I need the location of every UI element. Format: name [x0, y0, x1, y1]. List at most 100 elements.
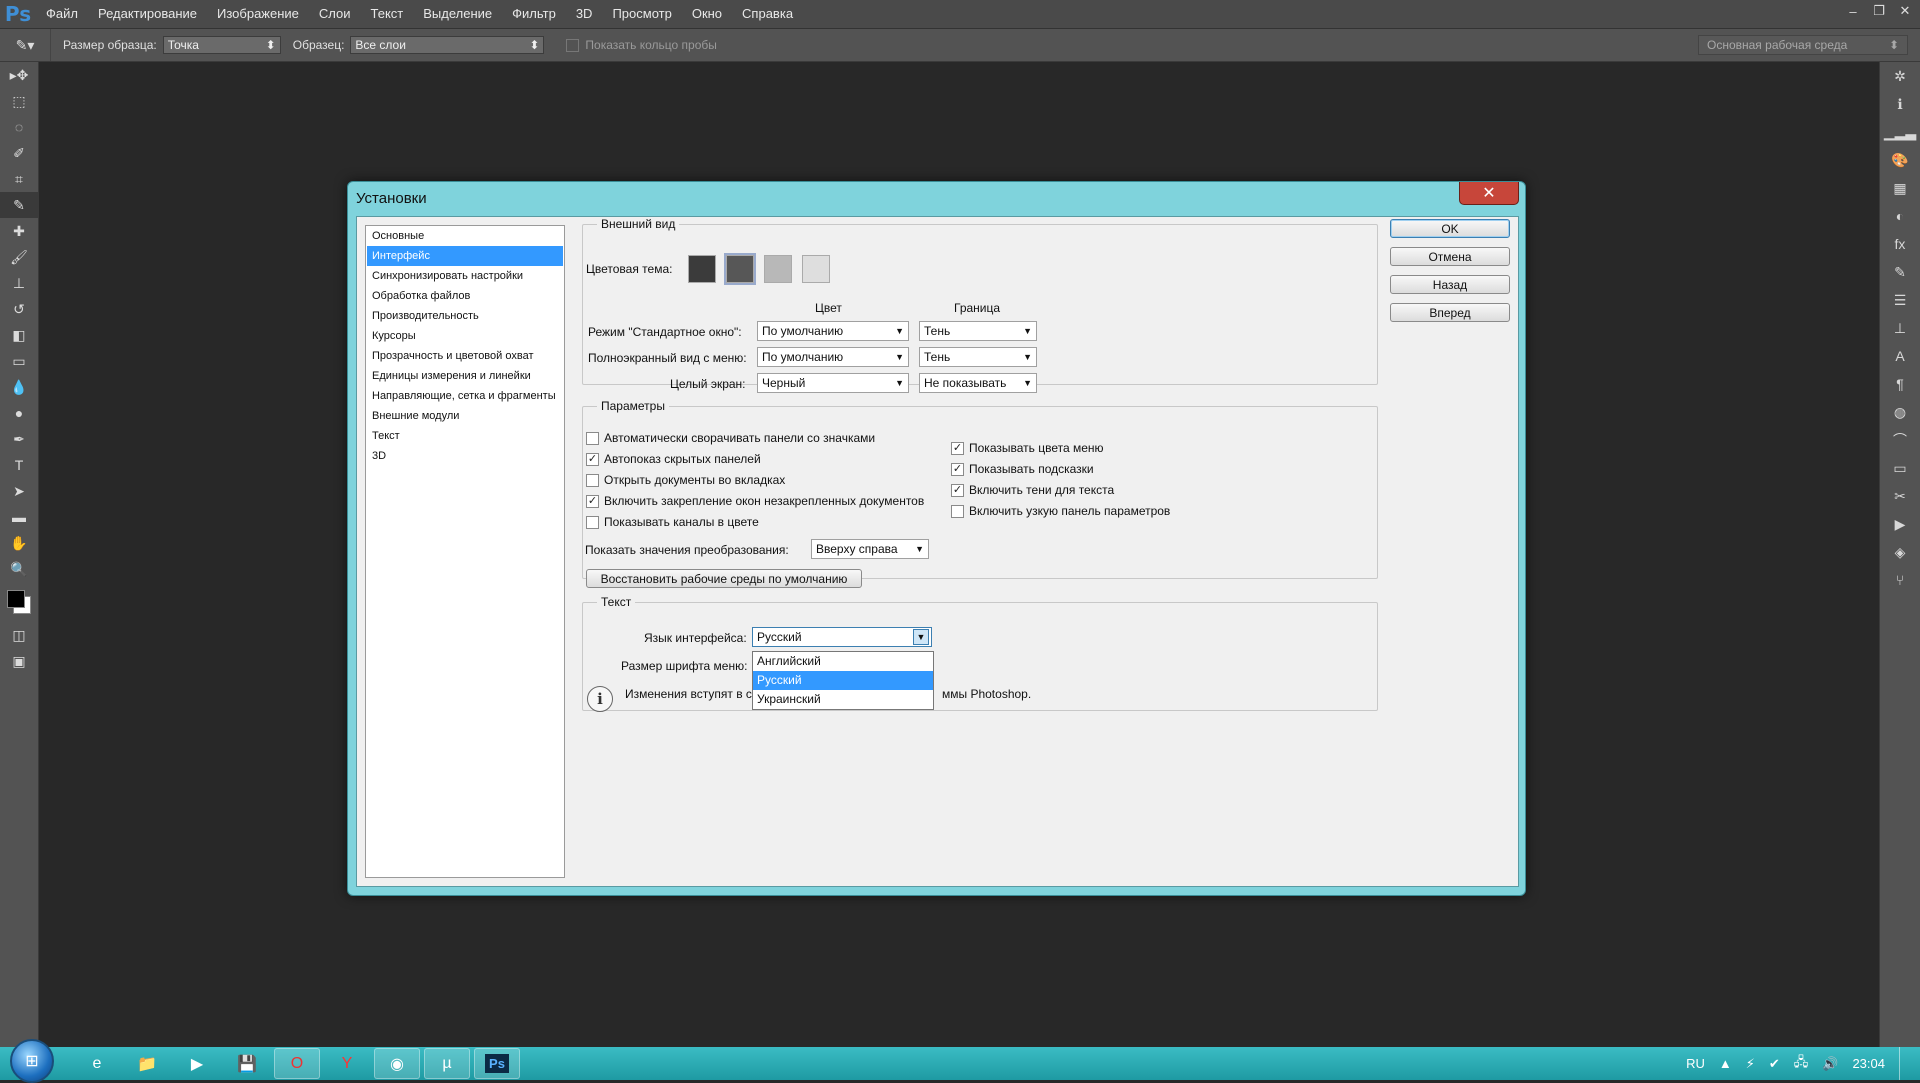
yandex-browser-icon[interactable]: Y — [324, 1048, 370, 1079]
start-button[interactable]: ⊞ — [10, 1038, 54, 1083]
workspace-switcher[interactable]: Основная рабочая среда ⬍ — [1698, 35, 1908, 55]
history-brush-tool-icon[interactable]: ↺ — [0, 296, 38, 322]
history-panel-icon[interactable]: ✲ — [1880, 62, 1920, 90]
menu-select[interactable]: Выделение — [413, 0, 502, 28]
nav-item[interactable]: Обработка файлов — [367, 286, 563, 306]
minimize-icon[interactable]: – — [1842, 2, 1864, 20]
forward-button[interactable]: Вперед — [1390, 303, 1510, 322]
standard-screen-border-select[interactable]: Тень ▼ — [919, 321, 1037, 341]
file-explorer-icon[interactable]: 📁 — [124, 1048, 170, 1079]
tools-presets-panel-icon[interactable]: ✂ — [1880, 482, 1920, 510]
clock[interactable]: 23:04 — [1852, 1056, 1885, 1071]
chevron-down-icon[interactable]: ▼ — [913, 629, 929, 645]
pen-tool-icon[interactable]: ✒ — [0, 426, 38, 452]
gradient-tool-icon[interactable]: ▭ — [0, 348, 38, 374]
lasso-tool-icon[interactable]: ◌ — [0, 114, 38, 140]
fullscreen-menu-border-select[interactable]: Тень ▼ — [919, 347, 1037, 367]
tray-app-icon[interactable]: ⚡ — [1746, 1056, 1755, 1072]
theme-swatch-3[interactable] — [764, 255, 792, 283]
histogram-panel-icon[interactable]: ▁▂▃ — [1880, 118, 1920, 146]
save-app-icon[interactable]: 💾 — [224, 1048, 270, 1079]
menu-file[interactable]: Файл — [36, 0, 88, 28]
adjustments-panel-icon[interactable]: ◐ — [1880, 202, 1920, 230]
nav-item[interactable]: Курсоры — [367, 326, 563, 346]
eyedropper-tool-icon[interactable]: ✎ — [0, 192, 38, 218]
ok-button[interactable]: OK — [1390, 219, 1510, 238]
show-desktop-button[interactable] — [1899, 1047, 1908, 1080]
type-tool-icon[interactable]: T — [0, 452, 38, 478]
utorrent-icon[interactable]: µ — [424, 1048, 470, 1079]
theme-swatch-2[interactable] — [724, 253, 756, 285]
checkbox[interactable] — [586, 474, 599, 487]
paragraph-panel-icon[interactable]: ¶ — [1880, 370, 1920, 398]
language-option-english[interactable]: Английский — [753, 652, 933, 671]
clone-source-panel-icon[interactable]: ⊥ — [1880, 314, 1920, 342]
channels-panel-icon[interactable]: ⑂ — [1880, 566, 1920, 594]
fullscreen-color-select[interactable]: Черный ▼ — [757, 373, 909, 393]
checkbox[interactable]: ✓ — [951, 484, 964, 497]
input-language-indicator[interactable]: RU — [1686, 1056, 1705, 1071]
brush-presets-panel-icon[interactable]: ✎ — [1880, 258, 1920, 286]
zoom-tool-icon[interactable]: 🔍 — [0, 556, 38, 582]
nav-item[interactable]: Основные — [367, 226, 563, 246]
checkbox[interactable] — [951, 505, 964, 518]
chrome-icon[interactable]: ◉ — [374, 1048, 420, 1079]
checkbox[interactable]: ✓ — [586, 495, 599, 508]
crop-tool-icon[interactable]: ⌗ — [0, 166, 38, 192]
menu-type[interactable]: Текст — [361, 0, 414, 28]
hand-tool-icon[interactable]: ✋ — [0, 530, 38, 556]
fullscreen-border-select[interactable]: Не показывать ▼ — [919, 373, 1037, 393]
show-hidden-icons-icon[interactable]: ▲ — [1719, 1056, 1732, 1071]
marquee-tool-icon[interactable]: ⬚ — [0, 88, 38, 114]
menu-view[interactable]: Просмотр — [602, 0, 681, 28]
actions-panel-icon[interactable]: ▶ — [1880, 510, 1920, 538]
3d-panel-icon[interactable]: ◍ — [1880, 398, 1920, 426]
nav-item[interactable]: Производительность — [367, 306, 563, 326]
healing-brush-tool-icon[interactable]: ✚ — [0, 218, 38, 244]
color-swatches-icon[interactable] — [0, 582, 38, 622]
nav-item[interactable]: Внешние модули — [367, 406, 563, 426]
ui-language-select[interactable]: Русский ▼ — [752, 627, 932, 647]
transform-values-select[interactable]: Вверху справа ▼ — [811, 539, 929, 559]
menu-window[interactable]: Окно — [682, 0, 732, 28]
language-option-ukrainian[interactable]: Украинский — [753, 690, 933, 709]
network-icon[interactable]: 🖧 — [1794, 1053, 1809, 1075]
checkbox[interactable]: ✓ — [951, 442, 964, 455]
antivirus-icon[interactable]: ✔ — [1769, 1056, 1780, 1072]
screen-mode-icon[interactable]: ▣ — [0, 648, 38, 674]
menu-edit[interactable]: Редактирование — [88, 0, 207, 28]
photoshop-taskbar-icon[interactable]: Ps — [474, 1048, 520, 1079]
opera-icon[interactable]: O — [274, 1048, 320, 1079]
dialog-close-button[interactable]: ✕ — [1459, 182, 1519, 205]
checkbox[interactable] — [586, 516, 599, 529]
fullscreen-menu-color-select[interactable]: По умолчанию ▼ — [757, 347, 909, 367]
shape-tool-icon[interactable]: ▬ — [0, 504, 38, 530]
layers-panel-icon[interactable]: ◈ — [1880, 538, 1920, 566]
menu-filter[interactable]: Фильтр — [502, 0, 566, 28]
checkbox[interactable]: ✓ — [586, 453, 599, 466]
media-player-icon[interactable]: ▶ — [174, 1048, 220, 1079]
path-select-tool-icon[interactable]: ➤ — [0, 478, 38, 504]
menu-image[interactable]: Изображение — [207, 0, 309, 28]
nav-item[interactable]: Текст — [367, 426, 563, 446]
dodge-tool-icon[interactable]: ● — [0, 400, 38, 426]
paths-panel-icon[interactable]: ⌒ — [1880, 426, 1920, 454]
restore-icon[interactable]: ❐ — [1868, 2, 1890, 20]
restore-workspaces-button[interactable]: Восстановить рабочие среды по умолчанию — [586, 569, 862, 588]
quick-mask-icon[interactable]: ◫ — [0, 622, 38, 648]
internet-explorer-icon[interactable]: e — [74, 1048, 120, 1079]
language-option-russian[interactable]: Русский — [753, 671, 933, 690]
nav-item[interactable]: Синхронизировать настройки — [367, 266, 563, 286]
nav-item[interactable]: Направляющие, сетка и фрагменты — [367, 386, 563, 406]
timeline-panel-icon[interactable]: ▭ — [1880, 454, 1920, 482]
volume-icon[interactable]: 🔊 — [1822, 1056, 1838, 1072]
color-panel-icon[interactable]: 🎨 — [1880, 146, 1920, 174]
theme-swatch-4[interactable] — [802, 255, 830, 283]
checkbox[interactable]: ✓ — [951, 463, 964, 476]
character-panel-icon[interactable]: A — [1880, 342, 1920, 370]
cancel-button[interactable]: Отмена — [1390, 247, 1510, 266]
sample-select[interactable]: Все слои ⬍ — [350, 36, 545, 54]
menu-help[interactable]: Справка — [732, 0, 803, 28]
brush-tool-icon[interactable]: 🖌 — [0, 244, 38, 270]
nav-item[interactable]: Интерфейс — [367, 246, 563, 266]
